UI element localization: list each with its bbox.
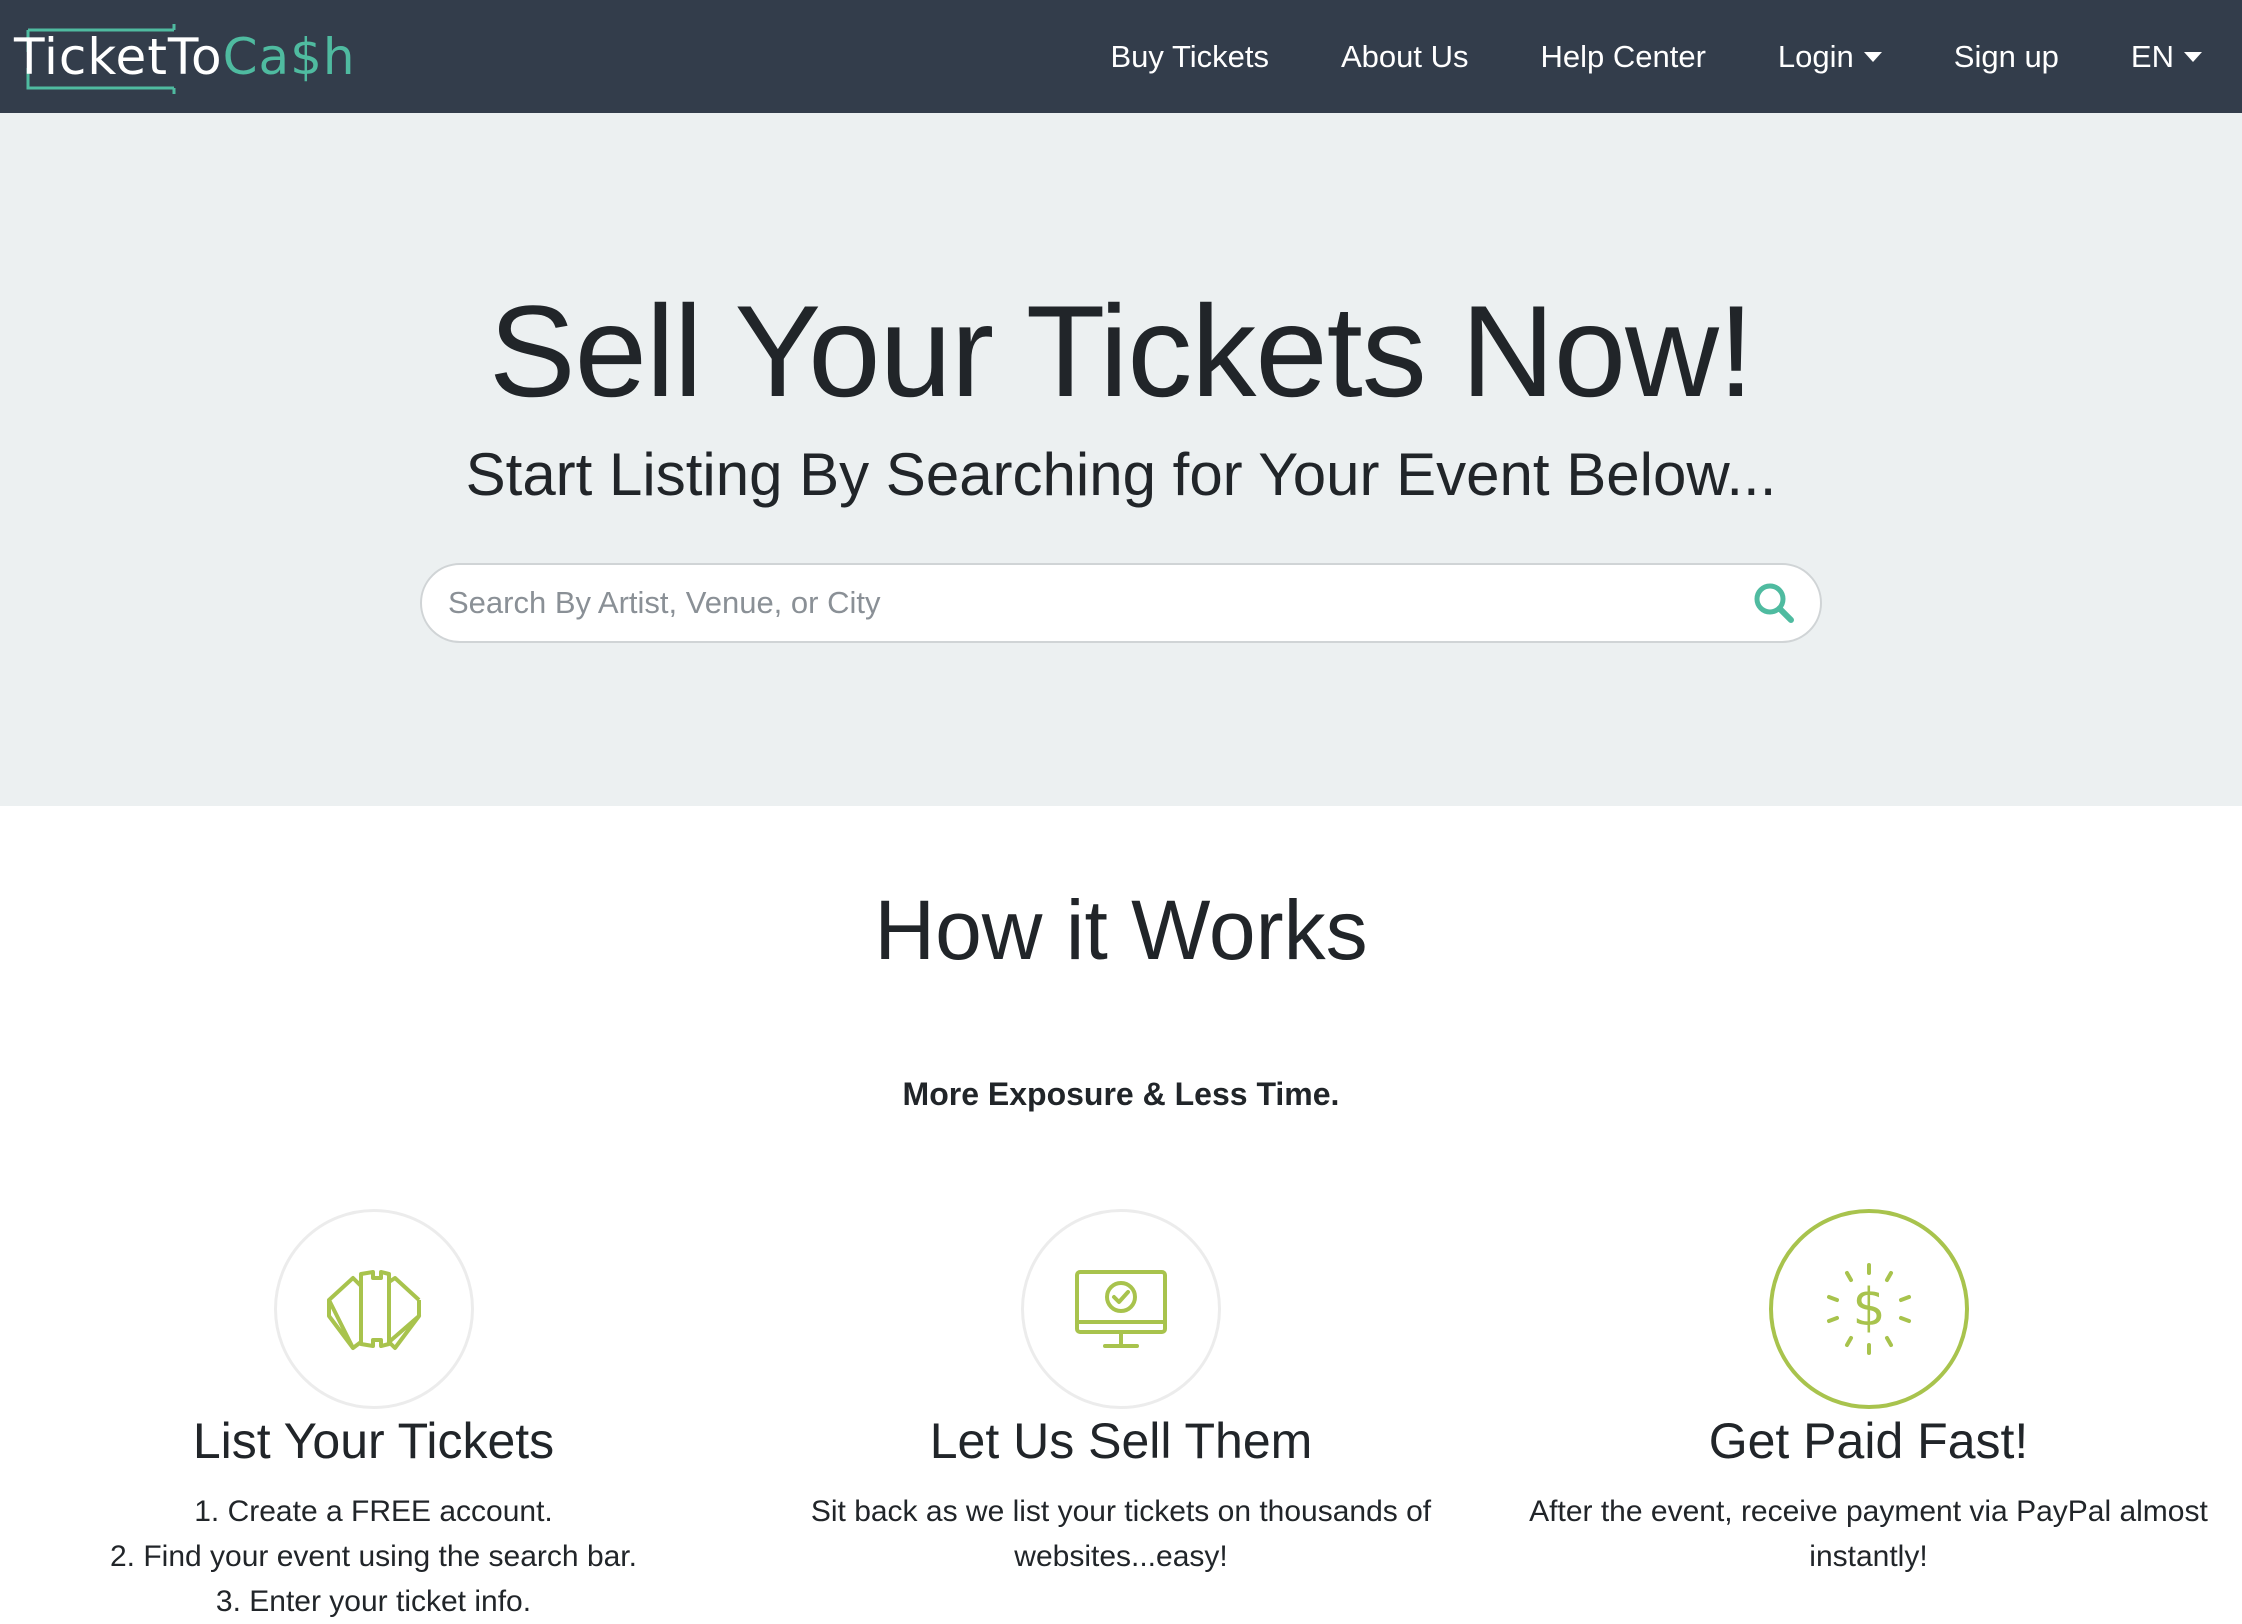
step-description: Sit back as we list your tickets on thou… — [811, 1489, 1431, 1579]
event-search-input[interactable] — [446, 583, 1750, 622]
brand-logo[interactable]: TicketToCa$h — [10, 20, 360, 94]
step-icon-circle: $ — [1768, 1208, 1969, 1409]
caret-down-icon — [1863, 51, 1882, 62]
caret-down-icon — [2184, 51, 2202, 62]
step-line: websites...easy! — [1014, 1539, 1228, 1573]
how-it-works-subtitle: More Exposure & Less Time. — [902, 1075, 1340, 1112]
step-get-paid: $ Get Paid Fast! After the event, receiv… — [1495, 1208, 2242, 1624]
brand-name-part1: TicketTo — [14, 27, 223, 86]
top-navbar: TicketToCa$h Buy Tickets About Us Help C… — [0, 0, 2242, 113]
nav-login-dropdown[interactable]: Login — [1742, 39, 1918, 75]
step-line: After the event, receive payment via Pay… — [1529, 1494, 2208, 1528]
step-icon-circle — [1021, 1208, 1221, 1409]
hero-title: Sell Your Tickets Now! — [488, 278, 1754, 424]
brand-name: TicketToCa$h — [14, 32, 356, 82]
how-it-works-title: How it Works — [874, 883, 1368, 977]
step-description: After the event, receive payment via Pay… — [1529, 1489, 2208, 1579]
nav-about-us[interactable]: About Us — [1305, 39, 1505, 75]
nav-language-label: EN — [2130, 38, 2174, 74]
step-line: 2. Find your event using the search bar. — [110, 1539, 637, 1573]
nav-buy-tickets[interactable]: Buy Tickets — [1074, 39, 1305, 75]
hero-subtitle: Start Listing By Searching for Your Even… — [465, 440, 1777, 508]
step-list-tickets: List Your Tickets 1. Create a FREE accou… — [0, 1208, 747, 1624]
nav-help-center[interactable]: Help Center — [1505, 39, 1742, 75]
nav-login-label: Login — [1777, 38, 1854, 74]
step-title: List Your Tickets — [192, 1412, 555, 1469]
search-icon[interactable] — [1750, 579, 1798, 627]
step-line: Sit back as we list your tickets on thou… — [810, 1494, 1432, 1528]
step-title: Let Us Sell Them — [929, 1412, 1313, 1469]
monitor-check-icon — [1075, 1269, 1167, 1348]
brand-name-part2: Ca$h — [222, 27, 356, 86]
step-let-us-sell: Let Us Sell Them Sit back as we list you… — [748, 1208, 1495, 1624]
step-icon-circle — [273, 1208, 474, 1409]
nav-language-dropdown[interactable]: EN — [2095, 39, 2202, 75]
svg-text:$: $ — [1852, 1278, 1885, 1338]
steps-row: List Your Tickets 1. Create a FREE accou… — [0, 1208, 2242, 1624]
hero-section: Sell Your Tickets Now! Start Listing By … — [0, 113, 2242, 806]
step-title: Get Paid Fast! — [1708, 1412, 2029, 1469]
dollar-shine-icon: $ — [1826, 1262, 1911, 1355]
event-search-bar — [420, 562, 1822, 643]
nav-sign-up[interactable]: Sign up — [1918, 39, 2095, 75]
nav-links: Buy Tickets About Us Help Center Login S… — [1074, 39, 2202, 75]
step-line: instantly! — [1809, 1539, 1928, 1573]
step-description: 1. Create a FREE account. 2. Find your e… — [110, 1489, 637, 1624]
step-line: 1. Create a FREE account. — [194, 1494, 553, 1528]
tickets-icon — [326, 1269, 421, 1350]
step-line: 3. Enter your ticket info. — [215, 1584, 532, 1618]
how-it-works-section: How it Works More Exposure & Less Time. … — [0, 806, 2242, 1624]
